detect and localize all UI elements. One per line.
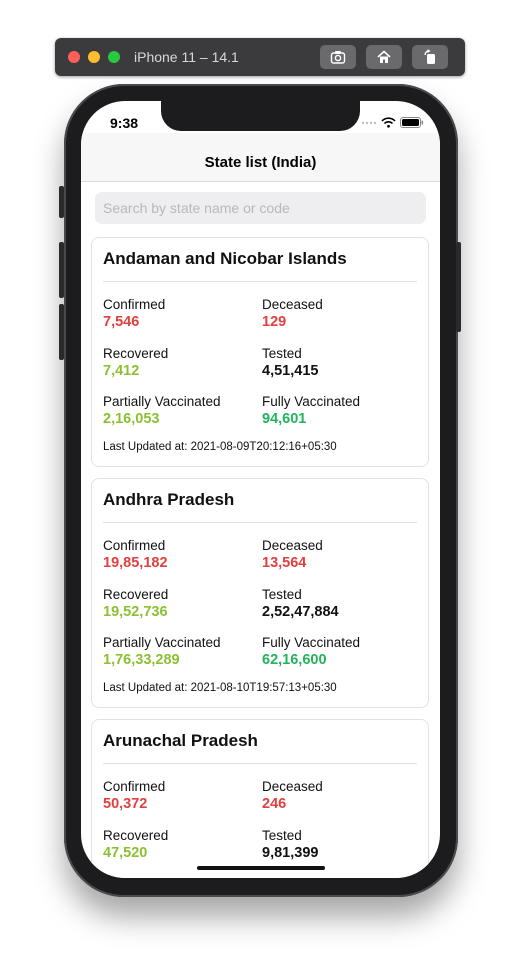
fully-vaccinated-label: Fully Vaccinated: [262, 635, 361, 650]
tested-label: Tested: [262, 828, 302, 843]
volume-up-button: [59, 242, 64, 298]
navigation-bar: State list (India): [81, 133, 440, 182]
fully-vaccinated-value: 62,16,600: [262, 652, 327, 668]
deceased-value: 129: [262, 314, 287, 330]
status-time: 9:38: [110, 115, 139, 131]
partially-vaccinated-label: Partially Vaccinated: [103, 394, 221, 409]
partially-vaccinated-value: 2,16,053: [103, 411, 160, 427]
tested-label: Tested: [262, 587, 302, 602]
notch: [161, 101, 360, 131]
recovered-value: 19,52,736: [103, 604, 168, 620]
status-icons: [361, 117, 424, 128]
last-updated: Last Updated at: 2021-08-10T19:57:13+05:…: [103, 682, 337, 694]
home-icon: [377, 50, 391, 63]
state-card[interactable]: Arunachal Pradesh Confirmed 50,372 Decea…: [91, 719, 429, 878]
last-updated: Last Updated at: 2021-08-09T20:12:16+05:…: [103, 441, 337, 453]
battery-icon: [400, 117, 424, 128]
home-button[interactable]: [366, 45, 402, 69]
search-input[interactable]: [95, 192, 426, 224]
divider: [103, 522, 417, 523]
tested-value: 4,51,415: [262, 363, 319, 379]
simulator-toolbar: iPhone 11 – 14.1: [55, 38, 465, 76]
deceased-label: Deceased: [262, 297, 323, 312]
recovered-label: Recovered: [103, 828, 169, 843]
zoom-window-button[interactable]: [108, 51, 120, 63]
recovered-value: 7,412: [103, 363, 140, 379]
deceased-label: Deceased: [262, 779, 323, 794]
recovered-label: Recovered: [103, 587, 169, 602]
home-indicator[interactable]: [197, 866, 325, 870]
divider: [103, 281, 417, 282]
rotate-icon: [424, 49, 435, 64]
fully-vaccinated-label: Fully Vaccinated: [262, 394, 361, 409]
wifi-icon: [381, 117, 396, 128]
confirmed-value: 7,546: [103, 314, 140, 330]
state-card[interactable]: Andaman and Nicobar Islands Confirmed 7,…: [91, 237, 429, 467]
confirmed-label: Confirmed: [103, 779, 166, 794]
mute-switch: [59, 186, 64, 218]
deceased-label: Deceased: [262, 538, 323, 553]
confirmed-label: Confirmed: [103, 538, 166, 553]
volume-down-button: [59, 304, 64, 360]
confirmed-value: 50,372: [103, 796, 148, 812]
tested-value: 9,81,399: [262, 845, 319, 861]
confirmed-value: 19,85,182: [103, 555, 168, 571]
state-name: Andaman and Nicobar Islands: [103, 249, 347, 268]
rotate-button[interactable]: [412, 45, 448, 69]
simulator-title: iPhone 11 – 14.1: [134, 49, 239, 65]
close-window-button[interactable]: [68, 51, 80, 63]
tested-value: 2,52,47,884: [262, 604, 339, 620]
power-button: [456, 242, 461, 332]
recovered-value: 47,520: [103, 845, 148, 861]
state-card[interactable]: Andhra Pradesh Confirmed 19,85,182 Decea…: [91, 478, 429, 708]
screenshot-button[interactable]: [320, 45, 356, 69]
fully-vaccinated-value: 94,601: [262, 411, 307, 427]
cellular-signal-icon: [361, 121, 377, 124]
tested-label: Tested: [262, 346, 302, 361]
screenshot-icon: [330, 51, 346, 64]
divider: [103, 763, 417, 764]
recovered-label: Recovered: [103, 346, 169, 361]
deceased-value: 246: [262, 796, 287, 812]
deceased-value: 13,564: [262, 555, 307, 571]
page-title: State list (India): [204, 154, 317, 171]
state-name: Arunachal Pradesh: [103, 731, 258, 750]
partially-vaccinated-value: 1,76,33,289: [103, 652, 180, 668]
state-name: Andhra Pradesh: [103, 490, 235, 509]
minimize-window-button[interactable]: [88, 51, 100, 63]
confirmed-label: Confirmed: [103, 297, 166, 312]
partially-vaccinated-label: Partially Vaccinated: [103, 635, 221, 650]
device-screen: 9:38 State list (India) Andaman and Nico…: [81, 101, 440, 878]
